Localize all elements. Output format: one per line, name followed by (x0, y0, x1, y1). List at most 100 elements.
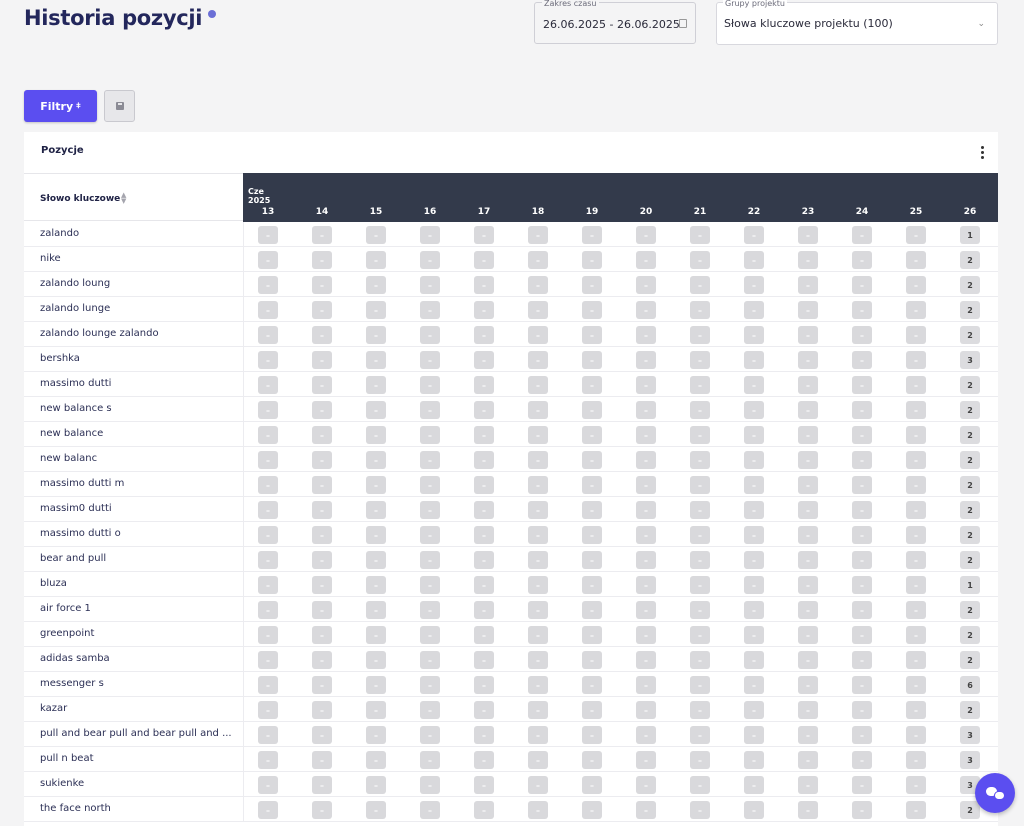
position-cell[interactable]: – (690, 501, 710, 519)
position-cell[interactable]: – (852, 226, 872, 244)
position-cell[interactable]: – (852, 401, 872, 419)
position-cell[interactable]: 2 (960, 526, 980, 544)
position-cell[interactable]: – (744, 551, 764, 569)
position-cell[interactable]: – (528, 251, 548, 269)
position-cell[interactable]: – (744, 651, 764, 669)
position-cell[interactable]: 2 (960, 501, 980, 519)
position-cell[interactable]: – (528, 426, 548, 444)
position-cell[interactable]: – (366, 676, 386, 694)
keyword-cell[interactable]: sukienke (40, 778, 240, 789)
position-cell[interactable]: – (528, 551, 548, 569)
position-cell[interactable]: – (474, 751, 494, 769)
keyword-cell[interactable]: kazar (40, 703, 240, 714)
position-cell[interactable]: – (852, 551, 872, 569)
position-cell[interactable]: – (312, 651, 332, 669)
position-cell[interactable]: – (258, 576, 278, 594)
position-cell[interactable]: – (312, 626, 332, 644)
position-cell[interactable]: 2 (960, 276, 980, 294)
position-cell[interactable]: – (690, 701, 710, 719)
position-cell[interactable]: – (474, 651, 494, 669)
position-cell[interactable]: 2 (960, 701, 980, 719)
position-cell[interactable]: – (312, 476, 332, 494)
position-cell[interactable]: – (636, 451, 656, 469)
position-cell[interactable]: – (636, 251, 656, 269)
position-cell[interactable]: – (420, 401, 440, 419)
position-cell[interactable]: – (312, 451, 332, 469)
position-cell[interactable]: – (258, 651, 278, 669)
position-cell[interactable]: – (366, 451, 386, 469)
position-cell[interactable]: – (366, 751, 386, 769)
position-cell[interactable]: 2 (960, 426, 980, 444)
position-cell[interactable]: – (906, 526, 926, 544)
position-cell[interactable]: – (582, 626, 602, 644)
position-cell[interactable]: – (258, 226, 278, 244)
position-cell[interactable]: – (690, 476, 710, 494)
position-cell[interactable]: – (906, 701, 926, 719)
position-cell[interactable]: – (366, 501, 386, 519)
position-cell[interactable]: – (366, 476, 386, 494)
position-cell[interactable]: – (258, 501, 278, 519)
position-cell[interactable]: – (582, 726, 602, 744)
position-cell[interactable]: – (528, 526, 548, 544)
position-cell[interactable]: – (312, 401, 332, 419)
position-cell[interactable]: – (636, 626, 656, 644)
position-cell[interactable]: – (852, 676, 872, 694)
position-cell[interactable]: – (420, 326, 440, 344)
position-cell[interactable]: – (690, 226, 710, 244)
position-cell[interactable]: – (582, 426, 602, 444)
position-cell[interactable]: – (582, 301, 602, 319)
position-cell[interactable]: – (582, 226, 602, 244)
position-cell[interactable]: – (420, 426, 440, 444)
position-cell[interactable]: 2 (960, 476, 980, 494)
position-cell[interactable]: – (744, 501, 764, 519)
position-cell[interactable]: – (906, 426, 926, 444)
position-cell[interactable]: – (258, 451, 278, 469)
position-cell[interactable]: – (852, 251, 872, 269)
position-cell[interactable]: – (798, 276, 818, 294)
position-cell[interactable]: 2 (960, 251, 980, 269)
position-cell[interactable]: – (420, 601, 440, 619)
position-cell[interactable]: – (636, 351, 656, 369)
position-cell[interactable]: – (744, 476, 764, 494)
position-cell[interactable]: – (744, 751, 764, 769)
position-cell[interactable]: – (312, 226, 332, 244)
position-cell[interactable]: – (906, 551, 926, 569)
position-cell[interactable]: – (312, 801, 332, 819)
keyword-cell[interactable]: pull and bear pull and bear pull and ... (40, 728, 240, 739)
position-cell[interactable]: – (744, 626, 764, 644)
position-cell[interactable]: – (744, 701, 764, 719)
position-cell[interactable]: – (582, 576, 602, 594)
position-cell[interactable]: – (852, 376, 872, 394)
position-cell[interactable]: – (474, 276, 494, 294)
position-cell[interactable]: – (528, 676, 548, 694)
position-cell[interactable]: – (420, 301, 440, 319)
position-cell[interactable]: – (690, 776, 710, 794)
keyword-cell[interactable]: zalando (40, 228, 240, 239)
position-cell[interactable]: – (636, 676, 656, 694)
position-cell[interactable]: – (258, 701, 278, 719)
position-cell[interactable]: – (744, 601, 764, 619)
position-cell[interactable]: – (312, 701, 332, 719)
position-cell[interactable]: – (906, 401, 926, 419)
position-cell[interactable]: – (366, 251, 386, 269)
position-cell[interactable]: – (636, 576, 656, 594)
position-cell[interactable]: – (798, 451, 818, 469)
position-cell[interactable]: – (366, 426, 386, 444)
position-cell[interactable]: – (312, 576, 332, 594)
position-cell[interactable]: – (906, 751, 926, 769)
position-cell[interactable]: – (636, 751, 656, 769)
position-cell[interactable]: – (852, 701, 872, 719)
position-cell[interactable]: – (366, 726, 386, 744)
position-cell[interactable]: – (852, 651, 872, 669)
position-cell[interactable]: – (474, 676, 494, 694)
position-cell[interactable]: – (906, 726, 926, 744)
keyword-cell[interactable]: adidas samba (40, 653, 240, 664)
position-cell[interactable]: – (906, 226, 926, 244)
position-cell[interactable]: – (312, 551, 332, 569)
position-cell[interactable]: – (798, 426, 818, 444)
position-cell[interactable]: – (636, 551, 656, 569)
position-cell[interactable]: – (474, 251, 494, 269)
position-cell[interactable]: 2 (960, 401, 980, 419)
position-cell[interactable]: – (744, 376, 764, 394)
position-cell[interactable]: – (258, 376, 278, 394)
